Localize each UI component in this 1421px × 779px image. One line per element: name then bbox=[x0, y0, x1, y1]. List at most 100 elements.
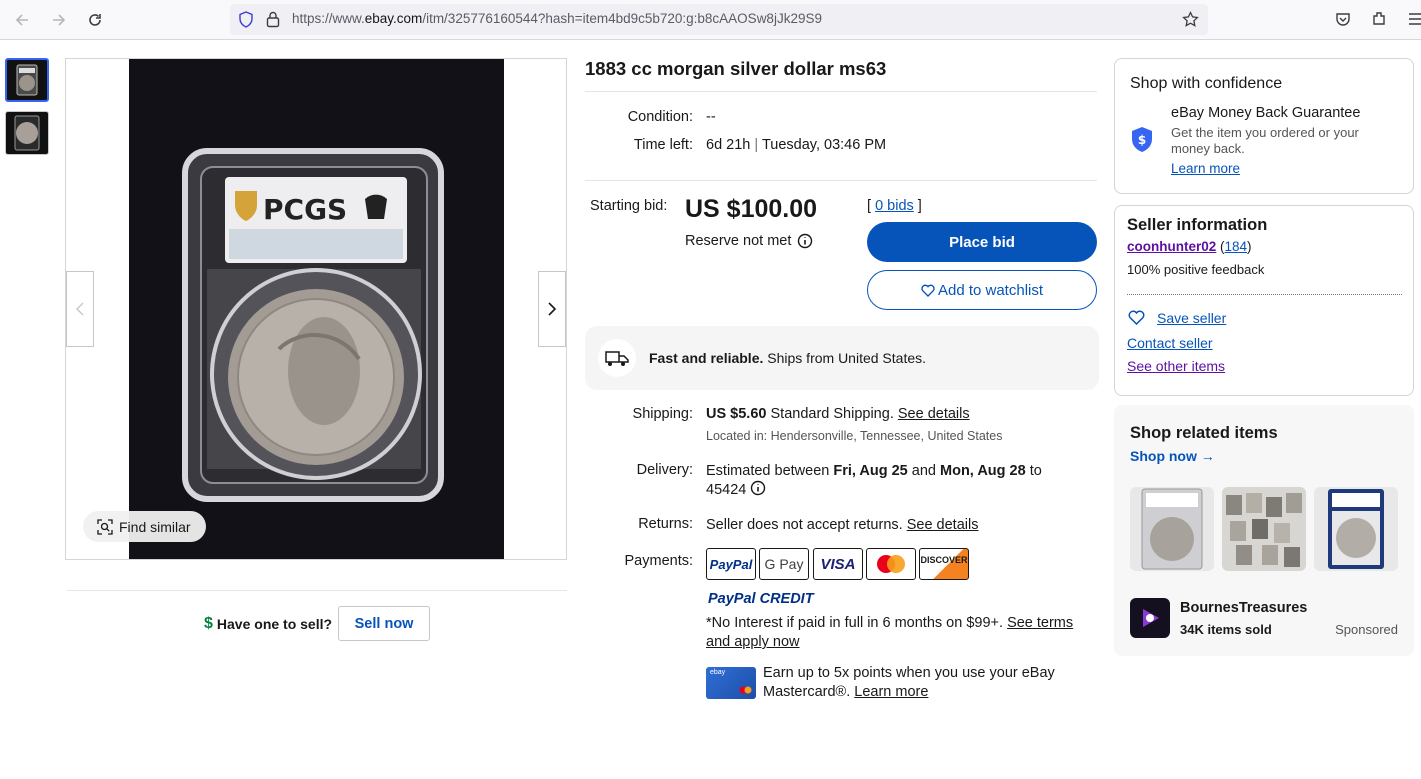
chevron-left-icon bbox=[76, 302, 84, 316]
credit-text: *No Interest if paid in full in 6 months… bbox=[706, 615, 1004, 631]
sell-now-button[interactable]: Sell now bbox=[338, 606, 431, 641]
pocket-icon[interactable] bbox=[1335, 11, 1351, 27]
guarantee-line-1: Get the item you ordered or your bbox=[1171, 125, 1359, 140]
bookmark-star-icon[interactable] bbox=[1182, 11, 1199, 28]
prev-image-button[interactable] bbox=[66, 271, 94, 347]
have-one-to-sell-row: $ Have one to sell? Sell now bbox=[204, 606, 431, 641]
returns-label: Returns: bbox=[638, 516, 693, 532]
item-photo[interactable]: PCGS bbox=[129, 59, 504, 559]
reload-icon bbox=[89, 14, 101, 26]
bids-bracket-close: ] bbox=[917, 198, 922, 214]
svg-text:PCGS: PCGS bbox=[263, 193, 347, 226]
card-mastercard-logo bbox=[739, 686, 752, 694]
shield-icon[interactable] bbox=[238, 11, 254, 28]
guarantee-title: eBay Money Back Guarantee bbox=[1171, 105, 1361, 121]
fast-bold: Fast and reliable. bbox=[649, 350, 764, 366]
back-arrow-icon bbox=[15, 14, 28, 26]
points-line-2: Mastercard®. bbox=[763, 684, 851, 700]
thumbnail-2[interactable] bbox=[5, 111, 49, 155]
money-back-shield-icon: $ bbox=[1132, 127, 1152, 152]
place-bid-button[interactable]: Place bid bbox=[867, 222, 1097, 262]
fast-rest: Ships from United States. bbox=[767, 350, 927, 366]
returns-details-link[interactable]: See details bbox=[907, 517, 979, 533]
mastercard-badge bbox=[866, 548, 916, 580]
svg-text:$: $ bbox=[1138, 133, 1146, 147]
shipping-details-link[interactable]: See details bbox=[898, 406, 970, 422]
see-other-items-link[interactable]: See other items bbox=[1127, 358, 1225, 374]
info-icon[interactable] bbox=[797, 233, 813, 249]
url-domain: ebay.com bbox=[364, 11, 423, 26]
positive-feedback: 100% positive feedback bbox=[1127, 262, 1265, 277]
guarantee-description: Get the item you ordered or your money ba… bbox=[1171, 125, 1359, 157]
related-item-2[interactable] bbox=[1222, 487, 1306, 571]
related-title: Shop related items bbox=[1130, 424, 1278, 442]
apply-now-link[interactable]: and apply now bbox=[706, 634, 800, 650]
delivery-from: Fri, Aug 25 bbox=[833, 463, 908, 479]
url-prefix: https://www. bbox=[292, 11, 365, 26]
dotted-divider bbox=[1127, 294, 1402, 295]
reserve-text: Reserve not met bbox=[685, 233, 792, 249]
returns-value: Seller does not accept returns. See deta… bbox=[706, 517, 978, 533]
seller-name-link[interactable]: coonhunter02 bbox=[1127, 239, 1216, 254]
card-ebay-mark: ebay bbox=[710, 669, 726, 676]
add-to-watchlist-button[interactable]: Add to watchlist bbox=[867, 270, 1097, 310]
guarantee-learn-more-link[interactable]: Learn more bbox=[1171, 161, 1240, 176]
find-similar-button[interactable]: Find similar bbox=[83, 511, 206, 542]
condition-value: -- bbox=[706, 109, 716, 125]
seller-name-row: coonhunter02 (184) bbox=[1127, 239, 1252, 254]
related-item-1[interactable] bbox=[1130, 487, 1214, 571]
item-title: 1883 cc morgan silver dollar ms63 bbox=[585, 58, 887, 79]
shop-now-link[interactable]: Shop now → bbox=[1130, 448, 1215, 464]
menu-icon[interactable] bbox=[1408, 11, 1421, 27]
points-line-1: Earn up to 5x points when you use your e… bbox=[763, 665, 1055, 681]
condition-label: Condition: bbox=[627, 109, 693, 125]
address-bar[interactable]: https://www.ebay.com/itm/325776160544?ha… bbox=[230, 4, 1208, 35]
returns-text: Seller does not accept returns. bbox=[706, 517, 903, 533]
url-path: /itm/325776160544?hash=item4bd9c5b720:g:… bbox=[422, 11, 822, 26]
coin-slab-image: PCGS bbox=[182, 148, 444, 502]
store-name[interactable]: BournesTreasures bbox=[1180, 600, 1307, 616]
time-left-duration: 6d 21h bbox=[706, 137, 751, 153]
thumbnail-1[interactable] bbox=[5, 58, 49, 102]
google-pay-badge: G Pay bbox=[759, 548, 809, 580]
delivery-and: and bbox=[911, 463, 936, 479]
seller-info-title: Seller information bbox=[1127, 216, 1268, 234]
thumbnail-coin-image bbox=[16, 64, 38, 96]
next-image-button[interactable] bbox=[538, 271, 566, 347]
guarantee-line-2: money back. bbox=[1171, 141, 1245, 156]
bids-count: [ 0 bids ] bbox=[867, 198, 922, 214]
delivery-post: to bbox=[1029, 463, 1042, 479]
have-one-label: Have one to sell? bbox=[216, 615, 333, 632]
delivery-truck-icon bbox=[598, 339, 636, 377]
extensions-icon[interactable] bbox=[1371, 10, 1388, 27]
starting-bid-label: Starting bid: bbox=[590, 198, 668, 214]
bids-bracket-open: [ bbox=[867, 198, 872, 214]
seller-feedback-score[interactable]: 184 bbox=[1225, 239, 1248, 254]
reserve-status: Reserve not met bbox=[685, 233, 813, 249]
coin-pile-image bbox=[1226, 493, 1302, 567]
reload-button[interactable] bbox=[83, 8, 107, 32]
shipping-label: Shipping: bbox=[632, 406, 693, 422]
bids-link[interactable]: 0 bids bbox=[875, 198, 914, 214]
ebay-mastercard-image: ebay bbox=[706, 667, 756, 699]
forward-arrow-icon bbox=[53, 14, 66, 26]
points-learn-more-link[interactable]: Learn more bbox=[854, 684, 928, 700]
related-item-3[interactable] bbox=[1314, 487, 1398, 571]
store-logo[interactable] bbox=[1130, 598, 1170, 638]
save-seller-link[interactable]: Save seller bbox=[1157, 310, 1226, 326]
heart-icon[interactable] bbox=[1128, 310, 1145, 325]
back-button[interactable] bbox=[10, 8, 34, 32]
located-in: Located in: Hendersonville, Tennessee, U… bbox=[706, 429, 1003, 443]
forward-button[interactable] bbox=[47, 8, 71, 32]
lock-icon[interactable] bbox=[266, 11, 280, 28]
shop-related-items-card: Shop related items Shop now → BournesTre… bbox=[1114, 405, 1414, 656]
visa-badge: VISA bbox=[813, 548, 863, 580]
see-terms-link[interactable]: See terms bbox=[1007, 615, 1073, 631]
coin-slab-image bbox=[1328, 489, 1384, 569]
discover-badge: DISCOVER bbox=[919, 548, 969, 580]
info-icon[interactable] bbox=[750, 480, 766, 496]
url-text: https://www.ebay.com/itm/325776160544?ha… bbox=[292, 11, 822, 26]
dollar-icon: $ bbox=[204, 614, 213, 632]
contact-seller-link[interactable]: Contact seller bbox=[1127, 335, 1213, 351]
delivery-label: Delivery: bbox=[636, 462, 693, 478]
